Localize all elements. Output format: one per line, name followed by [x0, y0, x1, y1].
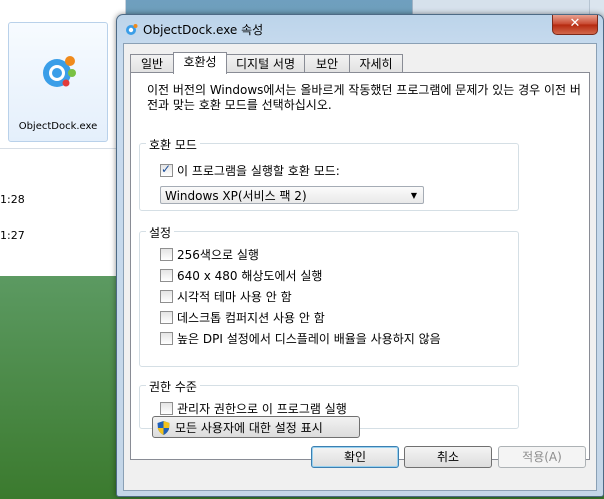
file-icon-tile[interactable]: ObjectDock.exe: [8, 22, 108, 142]
compatibility-tab-panel: 이전 버전의 Windows에서는 올바르게 작동했던 프로그램에 문제가 있는…: [130, 72, 590, 460]
all-users-settings-label: 모든 사용자에 대한 설정 표시: [175, 421, 323, 435]
setting-option-label: 데스크톱 컴퍼지션 사용 안 함: [177, 311, 325, 325]
setting-disable-composition-checkbox[interactable]: [160, 311, 173, 324]
background-window-edge: [412, 0, 594, 15]
uac-shield-icon: [157, 421, 170, 435]
run-as-admin-row[interactable]: 관리자 권한으로 이 프로그램 실행: [160, 400, 347, 416]
chevron-down-icon: ▼: [410, 191, 417, 200]
all-users-settings-button[interactable]: 모든 사용자에 대한 설정 표시: [152, 416, 360, 438]
compatibility-description: 이전 버전의 Windows에서는 올바르게 작동했던 프로그램에 문제가 있는…: [147, 83, 581, 112]
run-as-admin-checkbox[interactable]: [160, 402, 173, 415]
close-button[interactable]: ✕: [552, 15, 598, 35]
title-bar[interactable]: ObjectDock.exe 속성 ✕: [117, 15, 603, 43]
compat-mode-dropdown[interactable]: Windows XP(서비스 팩 2) ▼: [160, 186, 424, 204]
settings-group-label: 설정: [146, 224, 175, 241]
compat-mode-checkbox[interactable]: [160, 162, 173, 177]
setting-option-row[interactable]: 256색으로 실행: [160, 246, 259, 262]
settings-group: 설정 256색으로 실행 640 x 480 해상도에서 실행 시각적 테마 사…: [139, 224, 519, 367]
dialog-client-area: 일반 호환성 디지털 서명 보안 자세히 이전 버전의 Windows에서는 올…: [123, 43, 597, 491]
setting-256-colors-checkbox[interactable]: [160, 248, 173, 261]
setting-disable-dpi-scaling-checkbox[interactable]: [160, 332, 173, 345]
apply-button[interactable]: 적용(A): [498, 446, 586, 468]
run-as-admin-label: 관리자 권한으로 이 프로그램 실행: [177, 402, 347, 416]
background-list: 1:28 1:27: [0, 148, 125, 276]
tab-security[interactable]: 보안: [304, 54, 350, 73]
setting-option-label: 640 x 480 해상도에서 실행: [177, 269, 323, 283]
list-timestamp: 1:28: [0, 193, 25, 206]
tab-general[interactable]: 일반: [130, 54, 174, 73]
setting-option-label: 256색으로 실행: [177, 248, 259, 262]
file-icon-label: ObjectDock.exe: [18, 121, 98, 132]
ok-button[interactable]: 확인: [311, 446, 399, 468]
compat-mode-selected-value: Windows XP(서비스 팩 2): [165, 189, 307, 203]
list-timestamp: 1:27: [0, 229, 25, 242]
tab-compatibility[interactable]: 호환성: [173, 52, 227, 74]
compat-mode-checkbox-row[interactable]: 이 프로그램을 실행할 호환 모드:: [160, 162, 340, 178]
compat-mode-group-label: 호환 모드: [146, 136, 200, 153]
setting-option-row[interactable]: 높은 DPI 설정에서 디스플레이 배율을 사용하지 않음: [160, 330, 441, 346]
properties-dialog: ObjectDock.exe 속성 ✕ 일반 호환성 디지털 서명 보안 자세히…: [116, 14, 604, 497]
window-title: ObjectDock.exe 속성: [143, 23, 264, 37]
setting-option-label: 시각적 테마 사용 안 함: [177, 290, 292, 304]
tab-digital-signatures[interactable]: 디지털 서명: [226, 54, 305, 73]
app-icon: [126, 24, 138, 35]
objectdock-app-icon: [43, 56, 76, 87]
close-icon: ✕: [569, 16, 581, 31]
setting-option-row[interactable]: 시각적 테마 사용 안 함: [160, 288, 292, 304]
setting-option-row[interactable]: 데스크톱 컴퍼지션 사용 안 함: [160, 309, 325, 325]
setting-option-row[interactable]: 640 x 480 해상도에서 실행: [160, 267, 322, 283]
compat-mode-checkbox-label: 이 프로그램을 실행할 호환 모드:: [177, 164, 340, 178]
compat-mode-group: 호환 모드 이 프로그램을 실행할 호환 모드: Windows XP(서비스 …: [139, 136, 519, 211]
cancel-button[interactable]: 취소: [404, 446, 492, 468]
setting-option-label: 높은 DPI 설정에서 디스플레이 배율을 사용하지 않음: [177, 332, 441, 346]
setting-disable-themes-checkbox[interactable]: [160, 290, 173, 303]
privilege-group-label: 권한 수준: [146, 378, 200, 395]
tab-details[interactable]: 자세히: [349, 54, 403, 73]
setting-640x480-checkbox[interactable]: [160, 269, 173, 282]
